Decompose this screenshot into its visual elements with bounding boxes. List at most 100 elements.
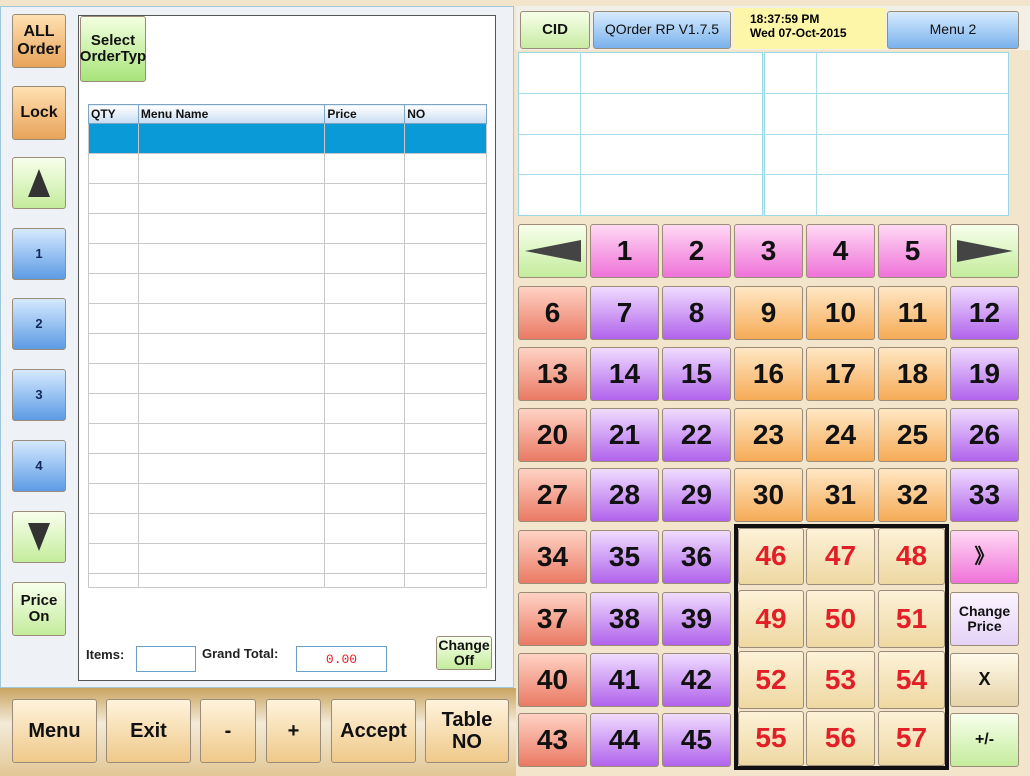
- table-button-41[interactable]: 41: [590, 653, 659, 707]
- table-button-14[interactable]: 14: [590, 347, 659, 401]
- table-button-33[interactable]: 33: [950, 468, 1019, 522]
- table-button-36[interactable]: 36: [662, 530, 731, 584]
- table-button-29[interactable]: 29: [662, 468, 731, 522]
- table-button-15[interactable]: 15: [662, 347, 731, 401]
- table-button-53[interactable]: 53: [806, 651, 875, 709]
- table-button-49[interactable]: 49: [738, 590, 804, 648]
- table-row[interactable]: [88, 543, 487, 574]
- prev-page-button[interactable]: [518, 224, 587, 278]
- table-button-4[interactable]: 4: [806, 224, 875, 278]
- table-row[interactable]: [88, 573, 487, 588]
- table-button-26[interactable]: 26: [950, 408, 1019, 462]
- table-button-52[interactable]: 52: [738, 651, 804, 709]
- table-button-11[interactable]: 11: [878, 286, 947, 340]
- table-button-27[interactable]: 27: [518, 468, 587, 522]
- table-button-8[interactable]: 8: [662, 286, 731, 340]
- table-button-30[interactable]: 30: [734, 468, 803, 522]
- table-button-37[interactable]: 37: [518, 592, 587, 646]
- table-button-44[interactable]: 44: [590, 713, 659, 767]
- table-button-24[interactable]: 24: [806, 408, 875, 462]
- minus-button[interactable]: -: [200, 699, 256, 763]
- table-button-6[interactable]: 6: [518, 286, 587, 340]
- plus-button[interactable]: +: [266, 699, 321, 763]
- table-row[interactable]: [88, 333, 487, 364]
- table-row[interactable]: [88, 393, 487, 424]
- col-price[interactable]: Price: [324, 104, 406, 124]
- table-button-48[interactable]: 48: [878, 528, 945, 585]
- table-button-34[interactable]: 34: [518, 530, 587, 584]
- table-button-43[interactable]: 43: [518, 713, 587, 767]
- cid-button[interactable]: CID: [520, 11, 590, 49]
- table-button-7[interactable]: 7: [590, 286, 659, 340]
- table-button-46[interactable]: 46: [738, 528, 804, 585]
- table-button-39[interactable]: 39: [662, 592, 731, 646]
- table-button-25[interactable]: 25: [878, 408, 947, 462]
- table-button-16[interactable]: 16: [734, 347, 803, 401]
- table-button-23[interactable]: 23: [734, 408, 803, 462]
- table-button-22[interactable]: 22: [662, 408, 731, 462]
- table-row[interactable]: [88, 183, 487, 214]
- table-button-28[interactable]: 28: [590, 468, 659, 522]
- table-button-18[interactable]: 18: [878, 347, 947, 401]
- table-button-2[interactable]: 2: [662, 224, 731, 278]
- table-row[interactable]: [88, 423, 487, 454]
- table-button-13[interactable]: 13: [518, 347, 587, 401]
- page-1-button[interactable]: 1: [12, 228, 66, 280]
- table-no-button[interactable]: Table NO: [425, 699, 509, 763]
- table-button-1[interactable]: 1: [590, 224, 659, 278]
- table-row[interactable]: [88, 453, 487, 484]
- change-price-button[interactable]: Change Price: [950, 592, 1019, 646]
- table-button-40[interactable]: 40: [518, 653, 587, 707]
- table-button-17[interactable]: 17: [806, 347, 875, 401]
- change-off-button[interactable]: Change Off: [436, 636, 492, 670]
- exit-button[interactable]: Exit: [106, 699, 191, 763]
- table-button-57[interactable]: 57: [878, 711, 945, 766]
- table-button-55[interactable]: 55: [738, 711, 804, 766]
- table-button-51[interactable]: 51: [878, 590, 945, 648]
- table-button-19[interactable]: 19: [950, 347, 1019, 401]
- table-button-20[interactable]: 20: [518, 408, 587, 462]
- table-button-12[interactable]: 12: [950, 286, 1019, 340]
- table-button-45[interactable]: 45: [662, 713, 731, 767]
- table-button-35[interactable]: 35: [590, 530, 659, 584]
- table-row[interactable]: [88, 213, 487, 244]
- table-button-47[interactable]: 47: [806, 528, 875, 585]
- more-button[interactable]: 》: [950, 530, 1019, 584]
- table-button-31[interactable]: 31: [806, 468, 875, 522]
- col-no[interactable]: NO: [404, 104, 487, 124]
- scroll-down-button[interactable]: [12, 511, 66, 563]
- table-button-5[interactable]: 5: [878, 224, 947, 278]
- table-row[interactable]: [88, 243, 487, 274]
- col-qty[interactable]: QTY: [88, 104, 139, 124]
- table-button-32[interactable]: 32: [878, 468, 947, 522]
- select-order-type-button[interactable]: Select OrderTyp: [80, 16, 146, 82]
- col-menu-name[interactable]: Menu Name: [137, 104, 326, 124]
- table-button-3[interactable]: 3: [734, 224, 803, 278]
- table-button-54[interactable]: 54: [878, 651, 945, 709]
- menu-2-button[interactable]: Menu 2: [887, 11, 1019, 49]
- table-button-21[interactable]: 21: [590, 408, 659, 462]
- table-button-9[interactable]: 9: [734, 286, 803, 340]
- menu-button[interactable]: Menu: [12, 699, 97, 763]
- x-button[interactable]: X: [950, 653, 1019, 707]
- accept-button[interactable]: Accept: [331, 699, 416, 763]
- plus-minus-button[interactable]: +/-: [950, 713, 1019, 767]
- page-3-button[interactable]: 3: [12, 369, 66, 421]
- table-row[interactable]: [88, 303, 487, 334]
- table-button-50[interactable]: 50: [806, 590, 875, 648]
- table-button-10[interactable]: 10: [806, 286, 875, 340]
- page-2-button[interactable]: 2: [12, 298, 66, 350]
- table-row[interactable]: [88, 363, 487, 394]
- page-4-button[interactable]: 4: [12, 440, 66, 492]
- table-row[interactable]: [88, 513, 487, 544]
- all-order-button[interactable]: ALL Order: [12, 14, 66, 68]
- price-on-button[interactable]: Price On: [12, 582, 66, 636]
- next-page-button[interactable]: [950, 224, 1019, 278]
- table-row[interactable]: [88, 153, 487, 184]
- table-button-42[interactable]: 42: [662, 653, 731, 707]
- scroll-up-button[interactable]: [12, 157, 66, 209]
- table-row[interactable]: [88, 483, 487, 514]
- table-row[interactable]: [88, 273, 487, 304]
- lock-button[interactable]: Lock: [12, 86, 66, 140]
- table-button-38[interactable]: 38: [590, 592, 659, 646]
